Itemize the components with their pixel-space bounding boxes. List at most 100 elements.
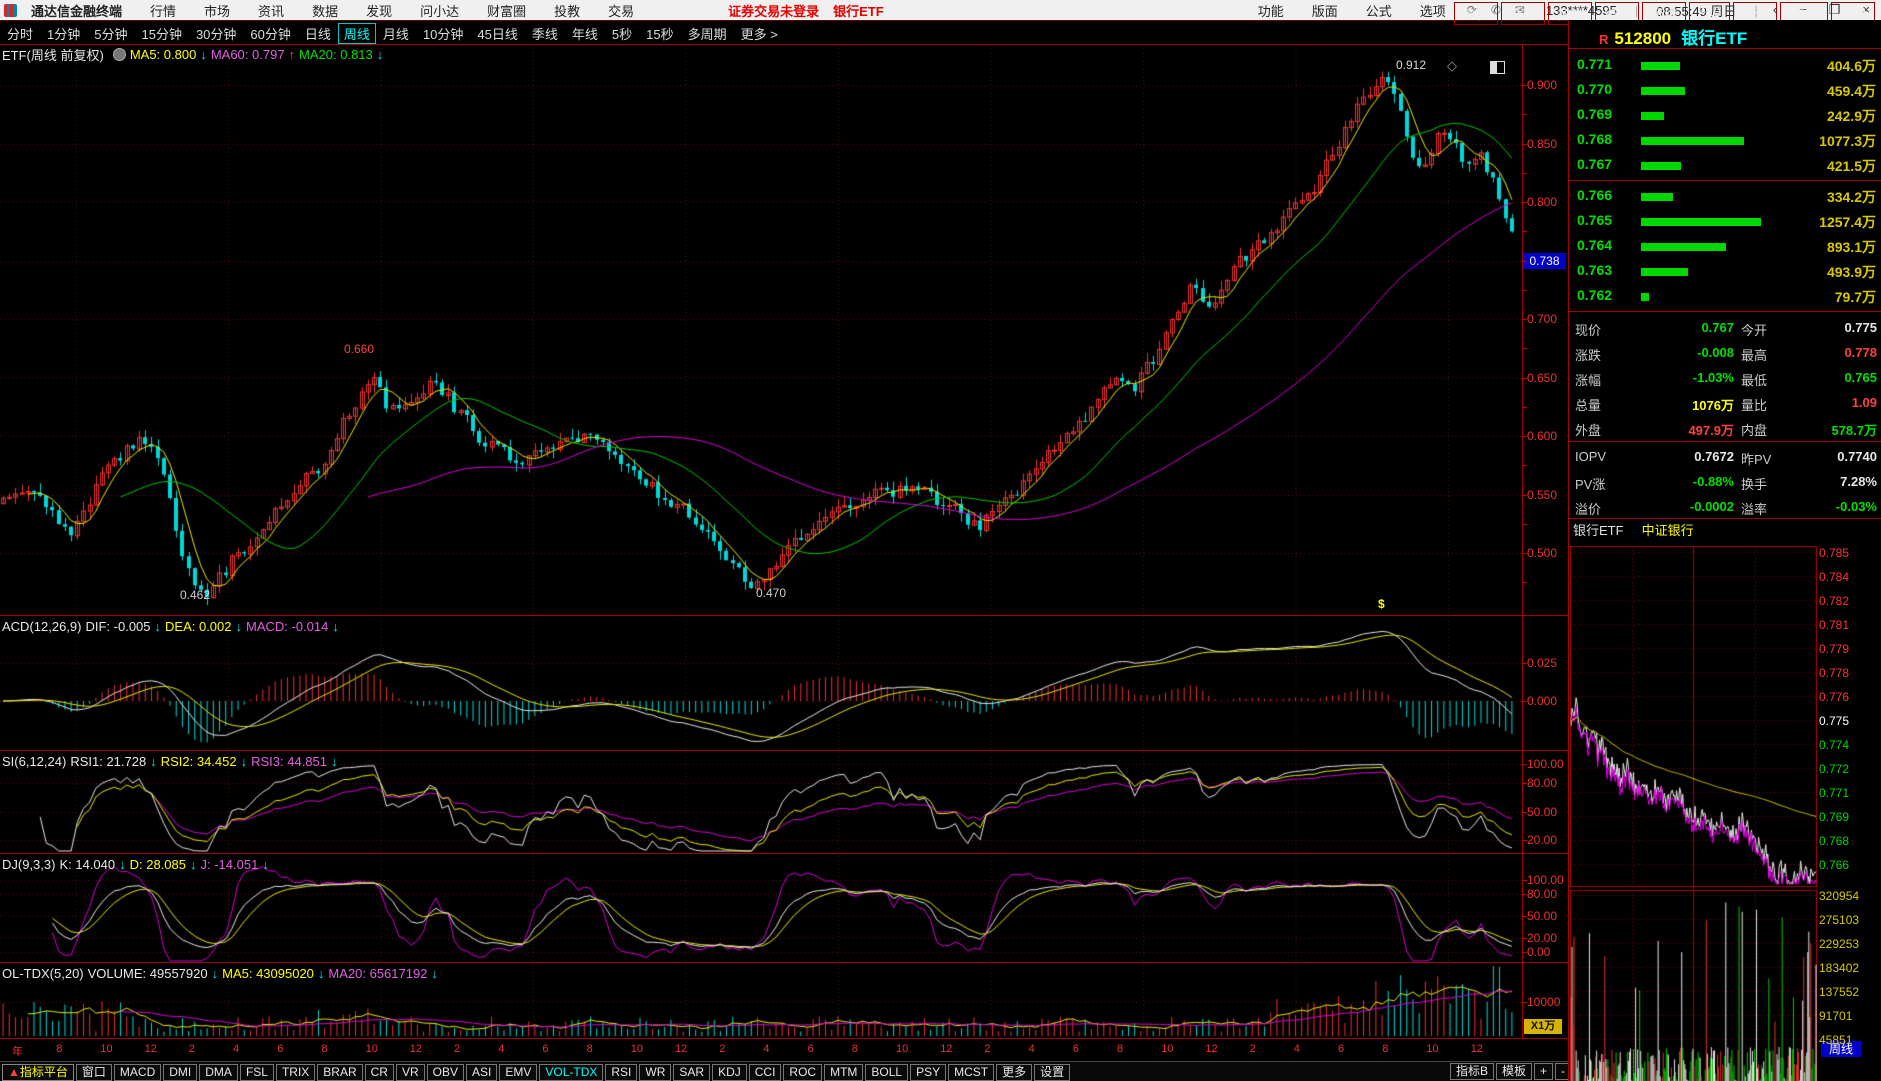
axis-tick <box>1522 495 1527 496</box>
timeframe-60分钟[interactable]: 60分钟 <box>243 24 297 43</box>
volume-bar <box>1641 137 1744 145</box>
indicator-tab-MCST[interactable]: MCST <box>948 1064 994 1081</box>
terminal-window: 通达信金融终端 行情市场资讯数据发现问小达财富圈投教交易 证券交易未登录 银行E… <box>0 0 1881 1081</box>
menu-item-公式[interactable]: 公式 <box>1352 1 1406 20</box>
indicator-tab-BOLL[interactable]: BOLL <box>865 1064 908 1081</box>
indicator-tab-KDJ[interactable]: KDJ <box>712 1064 747 1081</box>
indicator-tab-ASI[interactable]: ASI <box>466 1064 497 1081</box>
indicator-tab-SAR[interactable]: SAR <box>673 1064 710 1081</box>
menu-item-资讯[interactable]: 资讯 <box>244 1 298 20</box>
order-book-row[interactable]: 0.7651257.4万 <box>1569 208 1881 233</box>
indicator-tab-设置[interactable]: 设置 <box>1034 1064 1070 1081</box>
timeframe-15秒[interactable]: 15秒 <box>639 24 680 43</box>
timeframe-1分钟[interactable]: 1分钟 <box>40 24 87 43</box>
intraday-mini-chart[interactable] <box>1570 546 1817 1081</box>
warning-symbol[interactable]: 银行ETF <box>833 1 884 20</box>
down-arrow-icon: ↓ <box>212 966 219 981</box>
axis-label: 0.900 <box>1527 78 1571 92</box>
order-book-row[interactable]: 0.763493.9万 <box>1569 258 1881 283</box>
timeframe-月线[interactable]: 月线 <box>376 24 416 43</box>
menu-item-版面[interactable]: 版面 <box>1298 1 1352 20</box>
indicator-right-指标B[interactable]: 指标B <box>1450 1063 1494 1080</box>
order-book-row[interactable]: 0.7681077.3万 <box>1569 127 1881 152</box>
indicator-tab-VOL-TDX[interactable]: VOL-TDX <box>539 1064 603 1081</box>
timeframe-年线[interactable]: 年线 <box>565 24 605 43</box>
indicator-tab-TRIX[interactable]: TRIX <box>276 1064 315 1081</box>
symbol-name: 银行ETF <box>1681 24 1747 49</box>
toolbar-button-复权[interactable]: 复权 <box>1454 2 1498 25</box>
info-row: 现价0.767今开0.775 <box>1569 315 1881 340</box>
timeframe-10分钟[interactable]: 10分钟 <box>416 24 470 43</box>
menu-item-发现[interactable]: 发现 <box>352 1 406 20</box>
menu-item-问小达[interactable]: 问小达 <box>406 1 473 20</box>
mini-axis-label: 0.769 <box>1819 810 1879 824</box>
indicator-tab-DMA[interactable]: DMA <box>199 1064 238 1081</box>
timeframe-周线[interactable]: 周线 <box>338 23 376 44</box>
indicator-tab-FSL[interactable]: FSL <box>240 1064 274 1081</box>
order-book-row[interactable]: 0.767421.5万 <box>1569 152 1881 177</box>
indicator-tab-PSY[interactable]: PSY <box>910 1064 946 1081</box>
indicator-tab-WR[interactable]: WR <box>639 1064 671 1081</box>
indicator-right-模板[interactable]: 模板 <box>1496 1063 1532 1080</box>
diamond-icon[interactable]: ◇ <box>1447 58 1457 74</box>
indicator-platform-tab[interactable]: ▲指标平台 <box>2 1064 74 1081</box>
menu-item-财富圈[interactable]: 财富圈 <box>473 1 540 20</box>
menu-item-功能[interactable]: 功能 <box>1244 1 1298 20</box>
date-label: 8 <box>852 1043 858 1055</box>
order-volume: 242.9万 <box>1827 106 1876 126</box>
indicator-tab-OBV[interactable]: OBV <box>427 1064 464 1081</box>
order-book-row[interactable]: 0.76279.7万 <box>1569 283 1881 308</box>
info-label: 今开 <box>1741 320 1767 339</box>
symbol-header[interactable]: R 512800 银行ETF <box>1599 24 1747 49</box>
timeframe-季线[interactable]: 季线 <box>525 24 565 43</box>
timeframe-分时[interactable]: 分时 <box>0 24 40 43</box>
timeframe-5秒[interactable]: 5秒 <box>605 24 639 43</box>
volume-unit-badge: X1万 <box>1524 1019 1562 1034</box>
timeframe-日线[interactable]: 日线 <box>298 24 338 43</box>
order-book-row[interactable]: 0.771404.6万 <box>1569 52 1881 77</box>
mini-tab-中证银行[interactable]: 中证银行 <box>1642 520 1694 539</box>
indicator-tab-更多[interactable]: 更多 <box>996 1064 1032 1081</box>
order-book-row[interactable]: 0.769242.9万 <box>1569 102 1881 127</box>
menu-item-交易[interactable]: 交易 <box>594 1 648 20</box>
timeframe-更多 >[interactable]: 更多 > <box>734 24 785 43</box>
indicator-tab-CR[interactable]: CR <box>365 1064 394 1081</box>
timeframe-45日线[interactable]: 45日线 <box>470 24 524 43</box>
order-book-row[interactable]: 0.766334.2万 <box>1569 183 1881 208</box>
menu-item-市场[interactable]: 市场 <box>190 1 244 20</box>
axis-tick <box>1522 952 1527 953</box>
toolbar-button-叠加[interactable]: 叠加 <box>1501 2 1545 25</box>
axis-tick <box>1522 436 1527 437</box>
kline-header: ETF(周线 前复权) MA5: 0.800 ↓ MA60: 0.797 ↑ M… <box>2 46 387 62</box>
indicator-tab-RSI[interactable]: RSI <box>605 1064 637 1081</box>
order-book-row[interactable]: 0.764893.1万 <box>1569 233 1881 258</box>
indicator-tab-VR[interactable]: VR <box>396 1064 425 1081</box>
vol-title: OL-TDX(5,20) <box>2 966 84 981</box>
order-book-row[interactable]: 0.770459.4万 <box>1569 77 1881 102</box>
indicator-tab-BRAR[interactable]: BRAR <box>317 1064 362 1081</box>
indicator-tab-窗口[interactable]: 窗口 <box>76 1064 112 1081</box>
axis-tick <box>1522 231 1527 232</box>
timeframe-15分钟[interactable]: 15分钟 <box>134 24 188 43</box>
split-view-icon[interactable] <box>1490 61 1505 74</box>
indicator-tab-CCI[interactable]: CCI <box>749 1064 782 1081</box>
indicator-tab-ROC[interactable]: ROC <box>783 1064 822 1081</box>
main-chart-canvas[interactable] <box>0 44 1522 1038</box>
mini-tab-银行ETF[interactable]: 银行ETF <box>1573 520 1624 539</box>
menu-item-行情[interactable]: 行情 <box>136 1 190 20</box>
trade-login-warning[interactable]: 证券交易未登录 <box>728 1 819 20</box>
indicator-tab-MTM[interactable]: MTM <box>824 1064 863 1081</box>
menu-item-数据[interactable]: 数据 <box>298 1 352 20</box>
expand-circle-icon[interactable] <box>113 48 126 61</box>
timeframe-5分钟[interactable]: 5分钟 <box>87 24 134 43</box>
timeframe-多周期[interactable]: 多周期 <box>681 24 734 43</box>
indicator-right-+[interactable]: + <box>1534 1063 1553 1080</box>
indicator-tab-DMI[interactable]: DMI <box>163 1064 197 1081</box>
info-label: PV涨 <box>1575 474 1605 493</box>
axis-border <box>1522 44 1523 1038</box>
menu-item-投教[interactable]: 投教 <box>540 1 594 20</box>
indicator-tab-MACD[interactable]: MACD <box>114 1064 161 1081</box>
kline-title: ETF(周线 前复权) <box>2 45 104 64</box>
indicator-tab-EMV[interactable]: EMV <box>499 1064 537 1081</box>
timeframe-30分钟[interactable]: 30分钟 <box>189 24 243 43</box>
